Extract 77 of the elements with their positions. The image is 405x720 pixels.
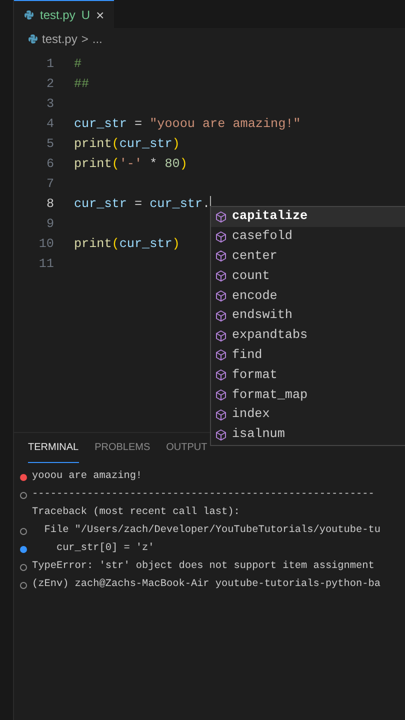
code-token: ## [74, 76, 90, 93]
git-status-label: U [81, 6, 90, 24]
terminal-line: File "/Users/zach/Developer/YouTubeTutorials/youtube-tu [43, 524, 380, 538]
code-token: = [133, 196, 144, 213]
code-token: # [74, 56, 82, 73]
panel-tab[interactable]: OUTPUT [166, 433, 208, 463]
breadcrumb-more[interactable]: ... [92, 30, 102, 48]
suggestion-item[interactable]: encode [211, 286, 405, 306]
panel-tab[interactable]: PROBLEMS [94, 433, 150, 463]
python-file-icon [28, 34, 38, 44]
close-icon[interactable]: × [96, 8, 104, 22]
line-number: 2 [45, 76, 54, 93]
editor-tab[interactable]: test.py U × [14, 0, 114, 28]
code-token: ( [112, 236, 120, 253]
cube-icon [215, 369, 227, 382]
cube-icon [215, 389, 227, 402]
suggestion-item[interactable]: format [211, 365, 405, 386]
cube-icon [215, 330, 227, 342]
cube-icon [215, 250, 227, 262]
code-token: cur_str [119, 236, 172, 253]
suggestion-item[interactable]: capitalize [211, 207, 405, 227]
line-number: 5 [45, 136, 54, 153]
terminal-line: cur_str[0] = 'z' [55, 542, 154, 556]
line-number: 10 [38, 236, 54, 253]
cube-icon [215, 230, 227, 243]
code-token: ) [172, 136, 180, 153]
code-token: = [133, 116, 144, 133]
terminal-line: TypeError: 'str' object does not support item assignment [32, 560, 374, 574]
cube-icon [215, 428, 227, 441]
code-token: print [74, 236, 112, 253]
cube-icon [215, 270, 227, 282]
code-token: print [74, 136, 112, 153]
code-token: cur_str [150, 196, 202, 213]
code-token: ( [112, 156, 120, 173]
suggestion-item[interactable]: count [211, 266, 405, 286]
breadcrumb-separator: > [81, 31, 88, 48]
line-number: 7 [45, 176, 54, 193]
cube-icon [215, 290, 227, 302]
suggestion-item[interactable]: isalnum [211, 424, 405, 445]
suggestion-item[interactable]: casefold [211, 226, 405, 247]
terminal-line: (zEnv) zach@Zachs-MacBook-Air youtube-tutorials-python-ba [32, 578, 380, 592]
code-token: cur_str [74, 116, 127, 133]
code-token: cur_str [74, 196, 127, 213]
cube-icon [215, 210, 227, 223]
suggestion-item[interactable]: expandtabs [211, 326, 405, 346]
code-token: * [148, 156, 158, 173]
breadcrumb-file[interactable]: test.py [42, 30, 78, 48]
line-number: 3 [45, 96, 54, 113]
cube-icon [215, 349, 227, 362]
line-number: 4 [45, 116, 54, 133]
code-token: '-' [119, 156, 142, 173]
python-file-icon [24, 10, 34, 20]
suggestion-item[interactable]: format_map [211, 385, 405, 405]
code-token: ( [112, 136, 120, 153]
suggestion-item[interactable]: center [211, 246, 405, 266]
code-token: cur_str [119, 136, 172, 153]
code-token: ) [180, 156, 188, 173]
line-number: 11 [38, 256, 54, 273]
suggestion-item[interactable]: find [211, 346, 405, 366]
code-token: ) [172, 236, 180, 253]
cube-icon [215, 310, 227, 322]
code-token: . [202, 196, 210, 213]
suggestion-item[interactable]: endswith [211, 306, 405, 326]
panel-tab[interactable]: TERMINAL [28, 433, 79, 463]
line-number: 8 [45, 196, 54, 213]
cube-icon [215, 408, 227, 421]
line-number: 6 [45, 156, 54, 173]
code-token: print [74, 156, 112, 173]
terminal-line: yooou are amazing! [32, 470, 142, 484]
terminal-line: -------------------------------------------------------- [32, 488, 374, 502]
terminal-line: Traceback (most recent call last): [32, 506, 240, 520]
code-token: "yooou are amazing!" [150, 116, 301, 133]
code-token: 80 [164, 156, 180, 173]
tab-filename: test.py [40, 6, 76, 24]
line-number: 9 [45, 216, 54, 233]
line-number: 1 [45, 56, 54, 73]
suggestion-item[interactable]: index [211, 404, 405, 425]
